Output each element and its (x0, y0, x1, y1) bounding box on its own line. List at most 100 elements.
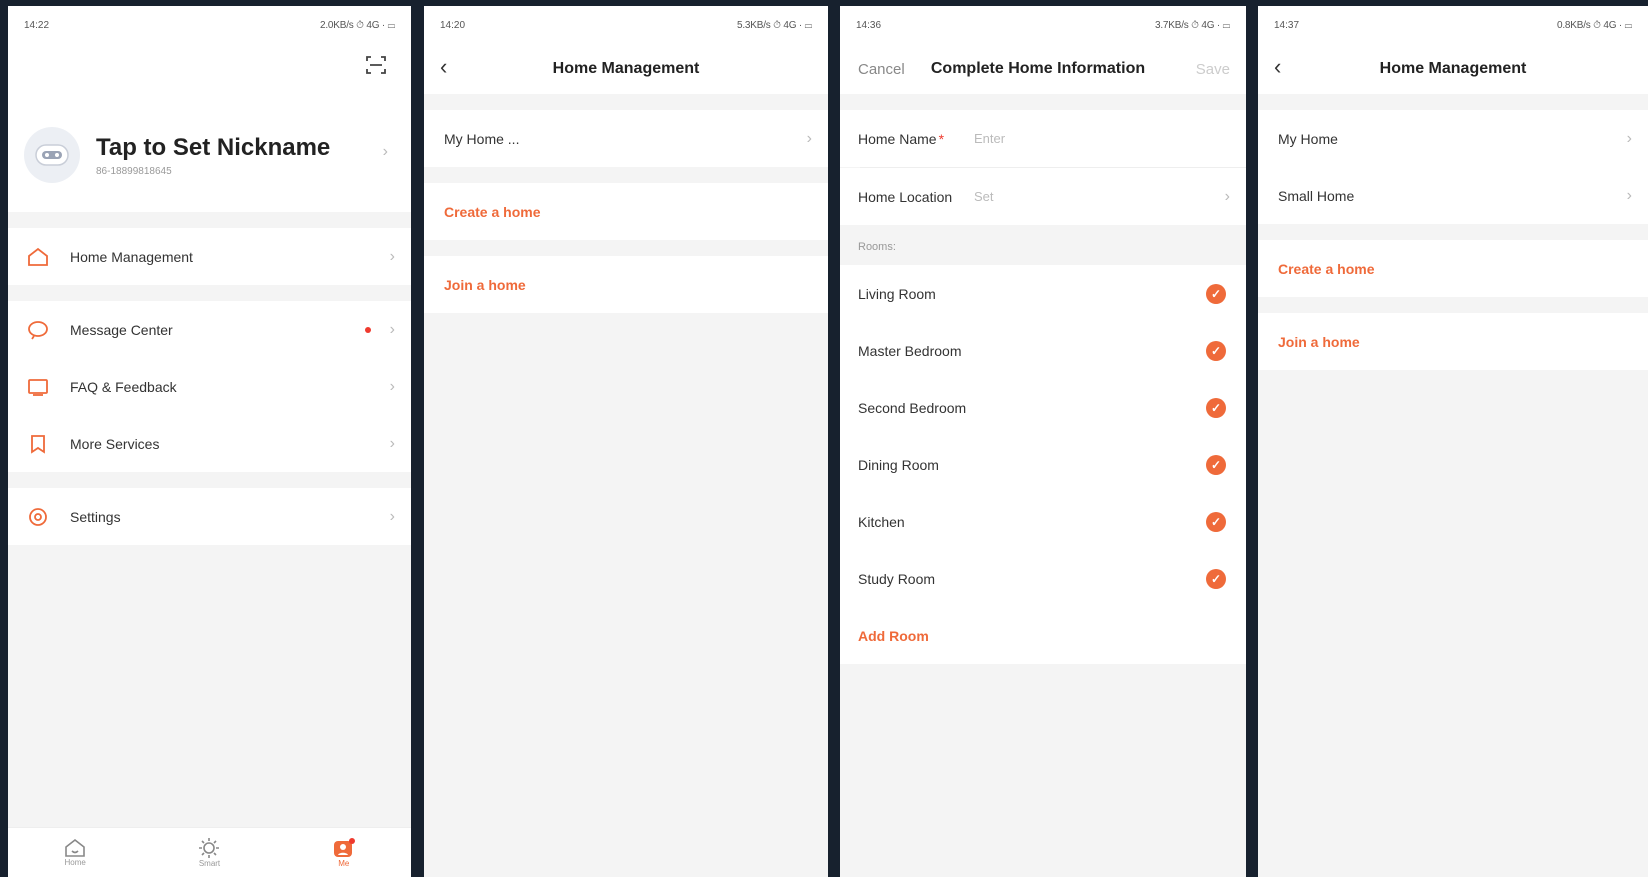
chevron-right-icon: › (806, 129, 812, 147)
status-bar: 14:37 0.8KB/s ⏱ 4G · ▭ (1258, 6, 1648, 44)
create-home-button[interactable]: Create a home (1258, 240, 1648, 297)
room-item[interactable]: Dining Room ✓ (840, 436, 1246, 493)
menu-settings[interactable]: Settings › (8, 488, 411, 545)
rooms-section-label: Rooms: (858, 241, 896, 253)
home-name: My Home (1278, 130, 1338, 147)
home-name-input[interactable]: Enter (974, 131, 1005, 146)
bottom-tab-bar: Home Smart Me (8, 827, 411, 877)
status-bar: 14:22 2.0KB/s ⏱ 4G · ▭ (8, 6, 411, 44)
home-location-value: Set (974, 189, 994, 204)
tab-label: Home (64, 858, 86, 867)
settings-icon (26, 505, 50, 529)
status-time: 14:22 (24, 19, 50, 31)
page-title: Home Management (1379, 60, 1527, 77)
home-location-label: Home Location (858, 188, 953, 205)
profile-row[interactable]: Tap to Set Nickname 86-18899818645 › (24, 127, 394, 183)
home-name: My Home ... (444, 130, 520, 147)
create-home-button[interactable]: Create a home (424, 183, 828, 240)
home-tab-icon (65, 838, 85, 857)
unread-dot (365, 326, 371, 333)
menu-label: Message Center (70, 321, 173, 338)
join-home-button[interactable]: Join a home (424, 256, 828, 313)
chevron-right-icon: › (389, 377, 395, 395)
status-time: 14:36 (856, 19, 882, 31)
status-bar: 14:20 5.3KB/s ⏱ 4G · ▭ (424, 6, 828, 44)
add-room-button[interactable]: Add Room (840, 607, 1246, 664)
checkmark-icon[interactable]: ✓ (1206, 283, 1226, 304)
status-indicators: 2.0KB/s ⏱ 4G · ▭ (319, 19, 395, 31)
chevron-right-icon: › (389, 247, 395, 265)
chevron-right-icon: › (389, 434, 395, 452)
status-indicators: 5.3KB/s ⏱ 4G · ▭ (736, 19, 812, 31)
cancel-button[interactable]: Cancel (858, 61, 905, 78)
tab-label: Smart (198, 859, 221, 868)
chevron-right-icon: › (1626, 129, 1632, 147)
room-name: Study Room (858, 570, 936, 587)
status-indicators: 0.8KB/s ⏱ 4G · ▭ (1556, 19, 1632, 31)
home-icon (26, 245, 50, 269)
menu-home-management[interactable]: Home Management › (8, 228, 411, 285)
menu-faq-feedback[interactable]: FAQ & Feedback › (8, 358, 411, 415)
room-name: Living Room (858, 285, 936, 302)
tab-label: Me (338, 859, 350, 868)
back-icon[interactable]: ‹ (440, 56, 447, 78)
menu-more-services[interactable]: More Services › (8, 415, 411, 472)
home-list-item[interactable]: Small Home › (1258, 167, 1648, 224)
room-name: Dining Room (858, 456, 939, 473)
me-screen: 14:22 2.0KB/s ⏱ 4G · ▭ Tap to Set Nickna… (8, 6, 411, 877)
message-icon (26, 318, 50, 342)
menu-label: Home Management (70, 248, 193, 265)
profile-header: Tap to Set Nickname 86-18899818645 › (8, 44, 411, 212)
menu-message-center[interactable]: Message Center › (8, 301, 411, 358)
menu-label: More Services (70, 435, 160, 452)
checkmark-icon[interactable]: ✓ (1206, 511, 1226, 532)
home-location-field[interactable]: Home Location Set › (840, 168, 1246, 225)
home-name-field[interactable]: Home Name * Enter (840, 110, 1246, 167)
checkmark-icon[interactable]: ✓ (1206, 568, 1226, 589)
room-name: Master Bedroom (858, 342, 962, 359)
chevron-right-icon: › (389, 507, 395, 525)
home-list-item[interactable]: My Home › (1258, 110, 1648, 167)
avatar (24, 127, 80, 183)
join-home-button[interactable]: Join a home (1258, 313, 1648, 370)
home-name-label: Home Name (858, 130, 937, 147)
checkmark-icon[interactable]: ✓ (1206, 454, 1226, 475)
tab-home[interactable]: Home (8, 828, 142, 877)
home-management-screen: 14:20 5.3KB/s ⏱ 4G · ▭ ‹ Home Management… (424, 6, 828, 877)
room-item[interactable]: Study Room ✓ (840, 550, 1246, 607)
status-time: 14:37 (1274, 19, 1300, 31)
robot-avatar-icon (35, 144, 69, 166)
checkmark-icon[interactable]: ✓ (1206, 340, 1226, 361)
chevron-right-icon: › (1626, 186, 1632, 204)
room-item[interactable]: Master Bedroom ✓ (840, 322, 1246, 379)
room-item[interactable]: Kitchen ✓ (840, 493, 1246, 550)
save-button[interactable]: Save (1196, 61, 1230, 78)
smart-tab-icon (199, 838, 220, 858)
page-title: Complete Home Information (930, 60, 1146, 77)
menu-label: FAQ & Feedback (70, 378, 177, 395)
room-name: Kitchen (858, 513, 905, 530)
me-tab-icon (333, 838, 355, 857)
room-item[interactable]: Second Bedroom ✓ (840, 379, 1246, 436)
chevron-right-icon: › (389, 320, 395, 338)
scan-icon[interactable] (365, 54, 387, 76)
home-name: Small Home (1278, 187, 1355, 204)
status-time: 14:20 (440, 19, 466, 31)
nav-bar: Cancel Complete Home Information Save (840, 44, 1246, 94)
tab-smart[interactable]: Smart (142, 828, 276, 877)
home-list-item[interactable]: My Home ... › (424, 110, 828, 167)
menu-label: Settings (70, 508, 121, 525)
tab-me[interactable]: Me (277, 828, 411, 877)
bookmark-icon (26, 432, 50, 456)
required-marker: * (938, 130, 945, 147)
account-phone: 86-18899818645 (96, 165, 172, 177)
back-icon[interactable]: ‹ (1274, 56, 1281, 78)
chevron-right-icon: › (382, 143, 388, 160)
nav-bar: ‹ Home Management (1258, 44, 1648, 94)
status-indicators: 3.7KB/s ⏱ 4G · ▭ (1154, 19, 1230, 31)
checkmark-icon[interactable]: ✓ (1206, 397, 1226, 418)
page-title: Home Management (552, 60, 700, 77)
feedback-icon (26, 375, 50, 399)
room-item[interactable]: Living Room ✓ (840, 265, 1246, 322)
nickname-label: Tap to Set Nickname (96, 133, 331, 161)
